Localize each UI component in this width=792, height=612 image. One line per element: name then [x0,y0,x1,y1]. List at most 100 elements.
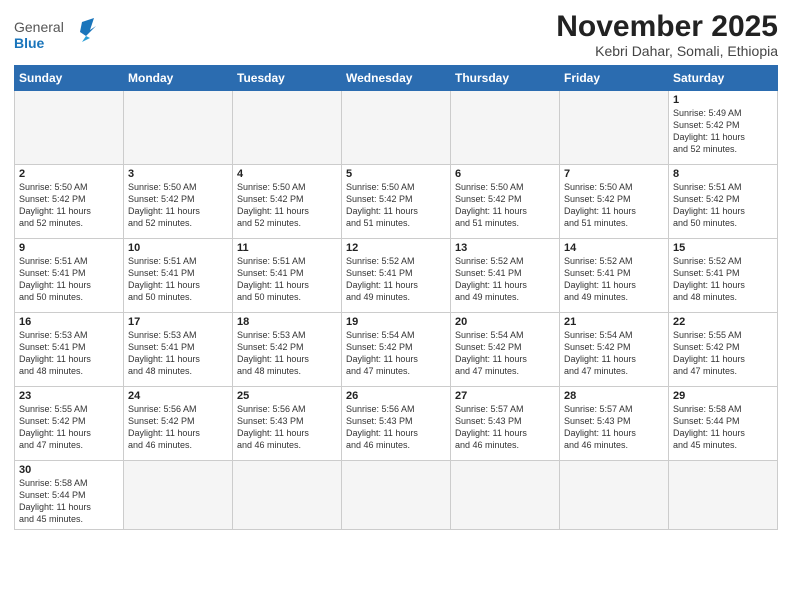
day-number: 27 [455,390,555,402]
calendar-cell: 25Sunrise: 5:56 AM Sunset: 5:43 PM Dayli… [233,387,342,461]
calendar-cell [560,461,669,530]
calendar-cell: 8Sunrise: 5:51 AM Sunset: 5:42 PM Daylig… [669,165,778,239]
day-info: Sunrise: 5:52 AM Sunset: 5:41 PM Dayligh… [564,255,664,304]
calendar-week-1: 1Sunrise: 5:49 AM Sunset: 5:42 PM Daylig… [15,91,778,165]
calendar-cell: 18Sunrise: 5:53 AM Sunset: 5:42 PM Dayli… [233,313,342,387]
svg-text:Blue: Blue [14,35,45,51]
day-number: 21 [564,316,664,328]
logo: General Blue [14,14,104,59]
day-info: Sunrise: 5:55 AM Sunset: 5:42 PM Dayligh… [19,403,119,452]
calendar-week-4: 16Sunrise: 5:53 AM Sunset: 5:41 PM Dayli… [15,313,778,387]
day-number: 25 [237,390,337,402]
day-info: Sunrise: 5:51 AM Sunset: 5:41 PM Dayligh… [19,255,119,304]
title-block: November 2025 Kebri Dahar, Somali, Ethio… [556,10,778,59]
calendar-cell: 9Sunrise: 5:51 AM Sunset: 5:41 PM Daylig… [15,239,124,313]
calendar-cell [15,91,124,165]
day-info: Sunrise: 5:57 AM Sunset: 5:43 PM Dayligh… [455,403,555,452]
calendar-cell: 22Sunrise: 5:55 AM Sunset: 5:42 PM Dayli… [669,313,778,387]
day-number: 14 [564,242,664,254]
weekday-saturday: Saturday [669,66,778,91]
day-number: 11 [237,242,337,254]
day-number: 19 [346,316,446,328]
calendar-cell: 1Sunrise: 5:49 AM Sunset: 5:42 PM Daylig… [669,91,778,165]
calendar-cell: 23Sunrise: 5:55 AM Sunset: 5:42 PM Dayli… [15,387,124,461]
calendar-cell: 17Sunrise: 5:53 AM Sunset: 5:41 PM Dayli… [124,313,233,387]
page: General Blue November 2025 Kebri Dahar, … [0,0,792,612]
calendar-week-3: 9Sunrise: 5:51 AM Sunset: 5:41 PM Daylig… [15,239,778,313]
day-number: 22 [673,316,773,328]
day-info: Sunrise: 5:50 AM Sunset: 5:42 PM Dayligh… [455,181,555,230]
calendar-cell: 13Sunrise: 5:52 AM Sunset: 5:41 PM Dayli… [451,239,560,313]
day-number: 1 [673,94,773,106]
logo-text: General Blue [14,14,104,59]
weekday-thursday: Thursday [451,66,560,91]
day-info: Sunrise: 5:56 AM Sunset: 5:43 PM Dayligh… [346,403,446,452]
day-info: Sunrise: 5:51 AM Sunset: 5:41 PM Dayligh… [237,255,337,304]
day-number: 5 [346,168,446,180]
day-number: 10 [128,242,228,254]
day-info: Sunrise: 5:51 AM Sunset: 5:41 PM Dayligh… [128,255,228,304]
weekday-wednesday: Wednesday [342,66,451,91]
calendar-cell [451,91,560,165]
day-number: 2 [19,168,119,180]
calendar-cell: 15Sunrise: 5:52 AM Sunset: 5:41 PM Dayli… [669,239,778,313]
day-info: Sunrise: 5:52 AM Sunset: 5:41 PM Dayligh… [673,255,773,304]
weekday-friday: Friday [560,66,669,91]
month-title: November 2025 [556,10,778,43]
day-number: 17 [128,316,228,328]
day-number: 6 [455,168,555,180]
day-info: Sunrise: 5:53 AM Sunset: 5:41 PM Dayligh… [19,329,119,378]
calendar-cell: 30Sunrise: 5:58 AM Sunset: 5:44 PM Dayli… [15,461,124,530]
calendar-cell: 29Sunrise: 5:58 AM Sunset: 5:44 PM Dayli… [669,387,778,461]
calendar-cell: 2Sunrise: 5:50 AM Sunset: 5:42 PM Daylig… [15,165,124,239]
calendar-cell: 28Sunrise: 5:57 AM Sunset: 5:43 PM Dayli… [560,387,669,461]
calendar-week-5: 23Sunrise: 5:55 AM Sunset: 5:42 PM Dayli… [15,387,778,461]
day-number: 28 [564,390,664,402]
day-number: 15 [673,242,773,254]
calendar-cell [124,461,233,530]
day-info: Sunrise: 5:54 AM Sunset: 5:42 PM Dayligh… [564,329,664,378]
calendar-cell [124,91,233,165]
calendar-cell [669,461,778,530]
calendar-cell: 19Sunrise: 5:54 AM Sunset: 5:42 PM Dayli… [342,313,451,387]
day-number: 12 [346,242,446,254]
day-number: 18 [237,316,337,328]
day-info: Sunrise: 5:50 AM Sunset: 5:42 PM Dayligh… [346,181,446,230]
calendar-cell: 5Sunrise: 5:50 AM Sunset: 5:42 PM Daylig… [342,165,451,239]
day-info: Sunrise: 5:54 AM Sunset: 5:42 PM Dayligh… [455,329,555,378]
day-number: 4 [237,168,337,180]
calendar-cell: 21Sunrise: 5:54 AM Sunset: 5:42 PM Dayli… [560,313,669,387]
header: General Blue November 2025 Kebri Dahar, … [14,10,778,59]
day-info: Sunrise: 5:58 AM Sunset: 5:44 PM Dayligh… [19,477,119,526]
day-number: 23 [19,390,119,402]
day-number: 9 [19,242,119,254]
calendar-cell: 24Sunrise: 5:56 AM Sunset: 5:42 PM Dayli… [124,387,233,461]
day-info: Sunrise: 5:52 AM Sunset: 5:41 PM Dayligh… [455,255,555,304]
day-info: Sunrise: 5:50 AM Sunset: 5:42 PM Dayligh… [19,181,119,230]
day-number: 13 [455,242,555,254]
day-info: Sunrise: 5:50 AM Sunset: 5:42 PM Dayligh… [564,181,664,230]
calendar-cell: 4Sunrise: 5:50 AM Sunset: 5:42 PM Daylig… [233,165,342,239]
calendar-cell: 6Sunrise: 5:50 AM Sunset: 5:42 PM Daylig… [451,165,560,239]
day-number: 7 [564,168,664,180]
day-number: 3 [128,168,228,180]
calendar-body: 1Sunrise: 5:49 AM Sunset: 5:42 PM Daylig… [15,91,778,530]
calendar-cell: 11Sunrise: 5:51 AM Sunset: 5:41 PM Dayli… [233,239,342,313]
calendar-cell: 3Sunrise: 5:50 AM Sunset: 5:42 PM Daylig… [124,165,233,239]
calendar-cell: 26Sunrise: 5:56 AM Sunset: 5:43 PM Dayli… [342,387,451,461]
day-number: 29 [673,390,773,402]
day-info: Sunrise: 5:51 AM Sunset: 5:42 PM Dayligh… [673,181,773,230]
calendar-cell [233,461,342,530]
calendar-cell [342,91,451,165]
day-number: 20 [455,316,555,328]
weekday-header: SundayMondayTuesdayWednesdayThursdayFrid… [15,66,778,91]
location: Kebri Dahar, Somali, Ethiopia [556,43,778,59]
day-number: 26 [346,390,446,402]
weekday-monday: Monday [124,66,233,91]
calendar-cell: 27Sunrise: 5:57 AM Sunset: 5:43 PM Dayli… [451,387,560,461]
day-info: Sunrise: 5:52 AM Sunset: 5:41 PM Dayligh… [346,255,446,304]
calendar-cell: 16Sunrise: 5:53 AM Sunset: 5:41 PM Dayli… [15,313,124,387]
calendar-cell: 12Sunrise: 5:52 AM Sunset: 5:41 PM Dayli… [342,239,451,313]
day-info: Sunrise: 5:53 AM Sunset: 5:42 PM Dayligh… [237,329,337,378]
weekday-sunday: Sunday [15,66,124,91]
